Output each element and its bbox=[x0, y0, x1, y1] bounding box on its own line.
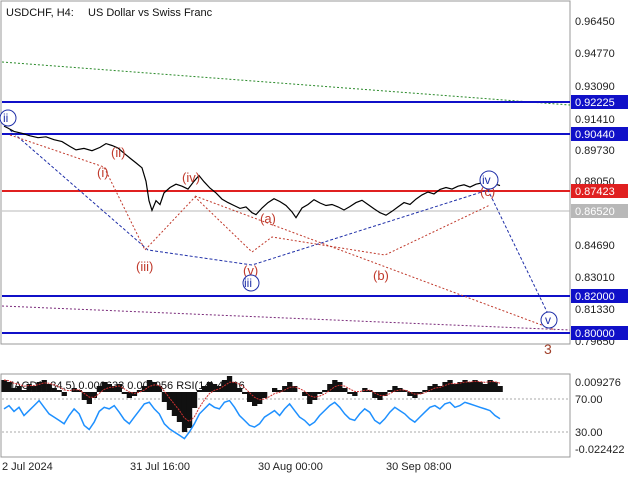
macd-bar bbox=[181, 392, 188, 432]
macd-bar bbox=[196, 390, 203, 392]
macd-bar bbox=[176, 392, 183, 422]
macd-bar bbox=[56, 390, 62, 392]
wave-label-3: 3 bbox=[544, 341, 552, 357]
macd-bar bbox=[252, 392, 258, 406]
macd-bar bbox=[312, 392, 318, 400]
level-badge-087423: 0.87423 bbox=[575, 186, 615, 198]
level-badge-092225: 0.92225 bbox=[575, 97, 615, 109]
macd-bar bbox=[262, 392, 268, 398]
macd-bar bbox=[377, 392, 383, 400]
wave-label-b: (b) bbox=[373, 268, 389, 283]
macd-bar bbox=[257, 392, 263, 404]
macd-bar bbox=[467, 382, 473, 392]
macd-bar bbox=[497, 386, 503, 392]
macd-bar bbox=[447, 380, 453, 392]
macd-bar bbox=[36, 382, 42, 392]
macd-bar bbox=[96, 386, 102, 392]
macd-bar bbox=[51, 388, 57, 392]
macd-bar bbox=[492, 382, 498, 392]
macd-bar bbox=[307, 392, 313, 404]
macd-bar bbox=[342, 388, 348, 392]
macd-bar bbox=[442, 382, 448, 392]
macd-bar bbox=[156, 386, 163, 392]
usdchf-chart: USDCHF, H4: US Dollar vs Swiss Franc (i)… bbox=[0, 0, 628, 473]
level-badge-090440: 0.90440 bbox=[575, 129, 615, 141]
macd-bar bbox=[41, 380, 47, 392]
wave-label-iii: (iii) bbox=[136, 259, 153, 274]
chart-instrument: USDCHF, H4: bbox=[6, 7, 74, 19]
y-tick-label: 0.84690 bbox=[575, 240, 615, 252]
wave-label-ii: (ii) bbox=[111, 145, 125, 160]
macd-bar bbox=[347, 392, 353, 394]
indicator-y-tick: 0.009276 bbox=[575, 377, 621, 389]
macd-bar bbox=[201, 386, 208, 392]
x-tick-label: 30 Aug 00:00 bbox=[258, 461, 323, 473]
wave-label-i: (i) bbox=[97, 165, 109, 180]
wave-label-a: (a) bbox=[260, 211, 276, 226]
x-tick-label: 31 Jul 16:00 bbox=[130, 461, 190, 473]
macd-bar bbox=[31, 386, 37, 392]
macd-bar bbox=[151, 382, 158, 392]
macd-bar bbox=[412, 392, 418, 398]
macd-bar bbox=[206, 382, 213, 392]
indicator-y-tick: -0.022422 bbox=[575, 444, 625, 456]
macd-bar bbox=[86, 392, 92, 404]
level-badge-080000: 0.80000 bbox=[575, 328, 615, 340]
indicator-y-tick: 30.00 bbox=[575, 427, 603, 439]
wave-label-iv: (iv) bbox=[182, 170, 200, 185]
wave-label-blue-v: v bbox=[545, 313, 551, 327]
macd-bar bbox=[337, 382, 343, 392]
macd-bar bbox=[116, 384, 122, 392]
wave-label-blue-iv: iv bbox=[482, 173, 491, 187]
x-tick-label: 30 Sep 08:00 bbox=[386, 461, 451, 473]
macd-bar bbox=[237, 388, 243, 392]
macd-bar bbox=[477, 382, 483, 392]
y-tick-label: 0.93090 bbox=[575, 81, 615, 93]
level-badge-086520: 0.86520 bbox=[575, 206, 615, 218]
wave-label-blue-iii: iii bbox=[244, 276, 252, 290]
y-tick-label: 0.81330 bbox=[575, 304, 615, 316]
y-tick-label: 0.89730 bbox=[575, 145, 615, 157]
wave-label-blue-ii: ii bbox=[3, 111, 8, 125]
indicator-y-tick: 70.00 bbox=[575, 394, 603, 406]
macd-bar bbox=[272, 388, 278, 392]
macd-bar bbox=[16, 386, 22, 392]
macd-bar bbox=[21, 390, 27, 392]
macd-bar bbox=[191, 392, 198, 408]
macd-bar bbox=[482, 384, 488, 392]
y-tick-label: 0.83010 bbox=[575, 272, 615, 284]
macd-bar bbox=[1, 380, 7, 392]
macd-bar bbox=[322, 390, 328, 392]
macd-bar bbox=[186, 392, 193, 428]
y-tick-label: 0.94770 bbox=[575, 48, 615, 60]
macd-bar bbox=[332, 380, 338, 392]
y-tick-label: 0.91410 bbox=[575, 114, 615, 126]
macd-bar bbox=[6, 382, 12, 392]
macd-bar bbox=[452, 384, 458, 392]
macd-bar bbox=[387, 390, 393, 392]
macd-bar bbox=[46, 384, 52, 392]
level-badge-082000: 0.82000 bbox=[575, 291, 615, 303]
x-tick-label: 2 Jul 2024 bbox=[2, 461, 53, 473]
macd-bar bbox=[242, 392, 248, 394]
macd-bar bbox=[11, 388, 17, 392]
macd-bar bbox=[327, 384, 333, 392]
macd-bar bbox=[121, 392, 127, 394]
macd-bar bbox=[352, 392, 358, 396]
macd-bar bbox=[317, 392, 323, 394]
chart-description: US Dollar vs Swiss Franc bbox=[88, 7, 213, 19]
macd-bar bbox=[61, 392, 67, 396]
y-tick-label: 0.96450 bbox=[575, 16, 615, 28]
